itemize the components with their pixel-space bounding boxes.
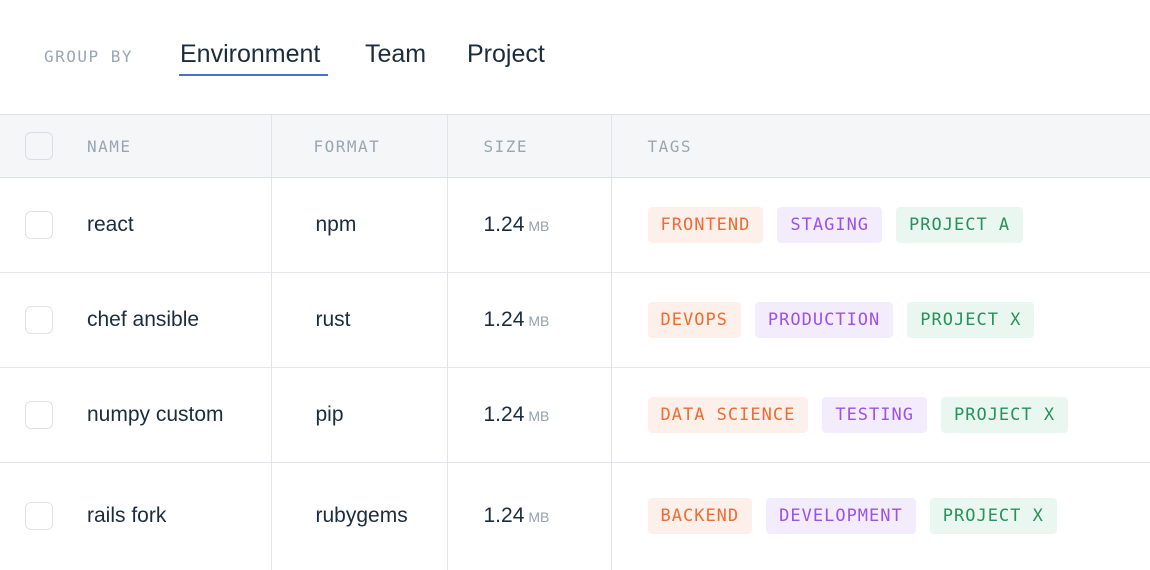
name-cell: react xyxy=(0,177,272,273)
header-format[interactable]: FORMAT xyxy=(271,114,448,178)
tag-badge[interactable]: PROJECT X xyxy=(929,498,1057,535)
package-name: react xyxy=(87,213,134,236)
header-size[interactable]: SIZE xyxy=(447,114,612,178)
tag-badge[interactable]: BACKEND xyxy=(647,498,753,535)
tags-cell: BACKEND DEVELOPMENT PROJECT X xyxy=(611,463,1150,570)
package-name: rails fork xyxy=(87,504,167,528)
tab-environment[interactable]: Environment xyxy=(180,40,320,69)
row-checkbox[interactable] xyxy=(25,211,53,239)
package-name: numpy custom xyxy=(87,403,224,426)
table-row[interactable]: rails fork rubygems 1.24 MB BACKEND DEVEL… xyxy=(0,462,1150,570)
table-header-row: NAME FORMAT SIZE TAGS xyxy=(0,114,1150,178)
row-checkbox[interactable] xyxy=(25,306,53,334)
row-checkbox[interactable] xyxy=(25,502,53,531)
tag-badge[interactable]: DEVOPS xyxy=(647,302,741,338)
tags-cell: DATA SCIENCE TESTING PROJECT X xyxy=(611,368,1150,463)
size-unit: MB xyxy=(528,509,550,526)
package-name: chef ansible xyxy=(87,308,200,331)
size-value: 1.24 xyxy=(483,213,525,236)
size-cell: 1.24 MB xyxy=(447,177,612,273)
tag-badge[interactable]: TESTING xyxy=(822,397,927,433)
size-value: 1.24 xyxy=(483,308,525,331)
tab-team[interactable]: Team xyxy=(365,40,426,69)
tags-cell: DEVOPS PRODUCTION PROJECT X xyxy=(611,273,1150,368)
tags-cell: FRONTEND STAGING PROJECT A xyxy=(611,178,1150,273)
tag-badge[interactable]: FRONTEND xyxy=(647,207,764,243)
group-by-bar: GROUP BY Environment Team Project xyxy=(0,0,1150,114)
size-unit: MB xyxy=(528,408,550,424)
format-cell: rubygems xyxy=(271,462,448,570)
tag-badge[interactable]: STAGING xyxy=(777,207,883,243)
size-cell: 1.24 MB xyxy=(447,462,612,570)
tag-badge[interactable]: DATA SCIENCE xyxy=(647,397,809,433)
format-cell: pip xyxy=(271,367,448,463)
size-value: 1.24 xyxy=(483,403,525,426)
select-all-checkbox[interactable] xyxy=(25,132,53,160)
group-by-label: GROUP BY xyxy=(44,47,134,66)
row-checkbox[interactable] xyxy=(25,401,53,429)
format-cell: npm xyxy=(271,177,448,273)
tag-badge[interactable]: PRODUCTION xyxy=(754,302,894,338)
size-cell: 1.24 MB xyxy=(447,367,612,463)
size-unit: MB xyxy=(528,313,550,329)
name-cell: rails fork xyxy=(0,462,272,570)
table-row[interactable]: react npm 1.24 MB FRONTEND STAGING PROJEC… xyxy=(0,177,1150,273)
tag-badge[interactable]: PROJECT X xyxy=(907,302,1035,338)
tag-badge[interactable]: DEVELOPMENT xyxy=(766,498,916,535)
table-row[interactable]: numpy custom pip 1.24 MB DATA SCIENCE TES… xyxy=(0,367,1150,463)
size-value: 1.24 xyxy=(483,504,525,528)
active-tab-indicator xyxy=(179,74,328,76)
name-cell: chef ansible xyxy=(0,272,272,368)
packages-table: NAME FORMAT SIZE TAGS react npm 1.24 MB F… xyxy=(0,114,1150,570)
table-row[interactable]: chef ansible rust 1.24 MB DEVOPS PRODUCTI… xyxy=(0,272,1150,368)
header-name[interactable]: NAME xyxy=(0,114,272,178)
tag-badge[interactable]: PROJECT X xyxy=(940,397,1069,433)
header-tags[interactable]: TAGS xyxy=(611,114,1150,178)
header-name-label: NAME xyxy=(87,136,132,156)
name-cell: numpy custom xyxy=(0,367,272,463)
format-cell: rust xyxy=(271,272,448,368)
size-unit: MB xyxy=(528,218,550,234)
tab-project[interactable]: Project xyxy=(467,40,545,69)
size-cell: 1.24 MB xyxy=(447,272,612,368)
tag-badge[interactable]: PROJECT A xyxy=(896,207,1024,243)
